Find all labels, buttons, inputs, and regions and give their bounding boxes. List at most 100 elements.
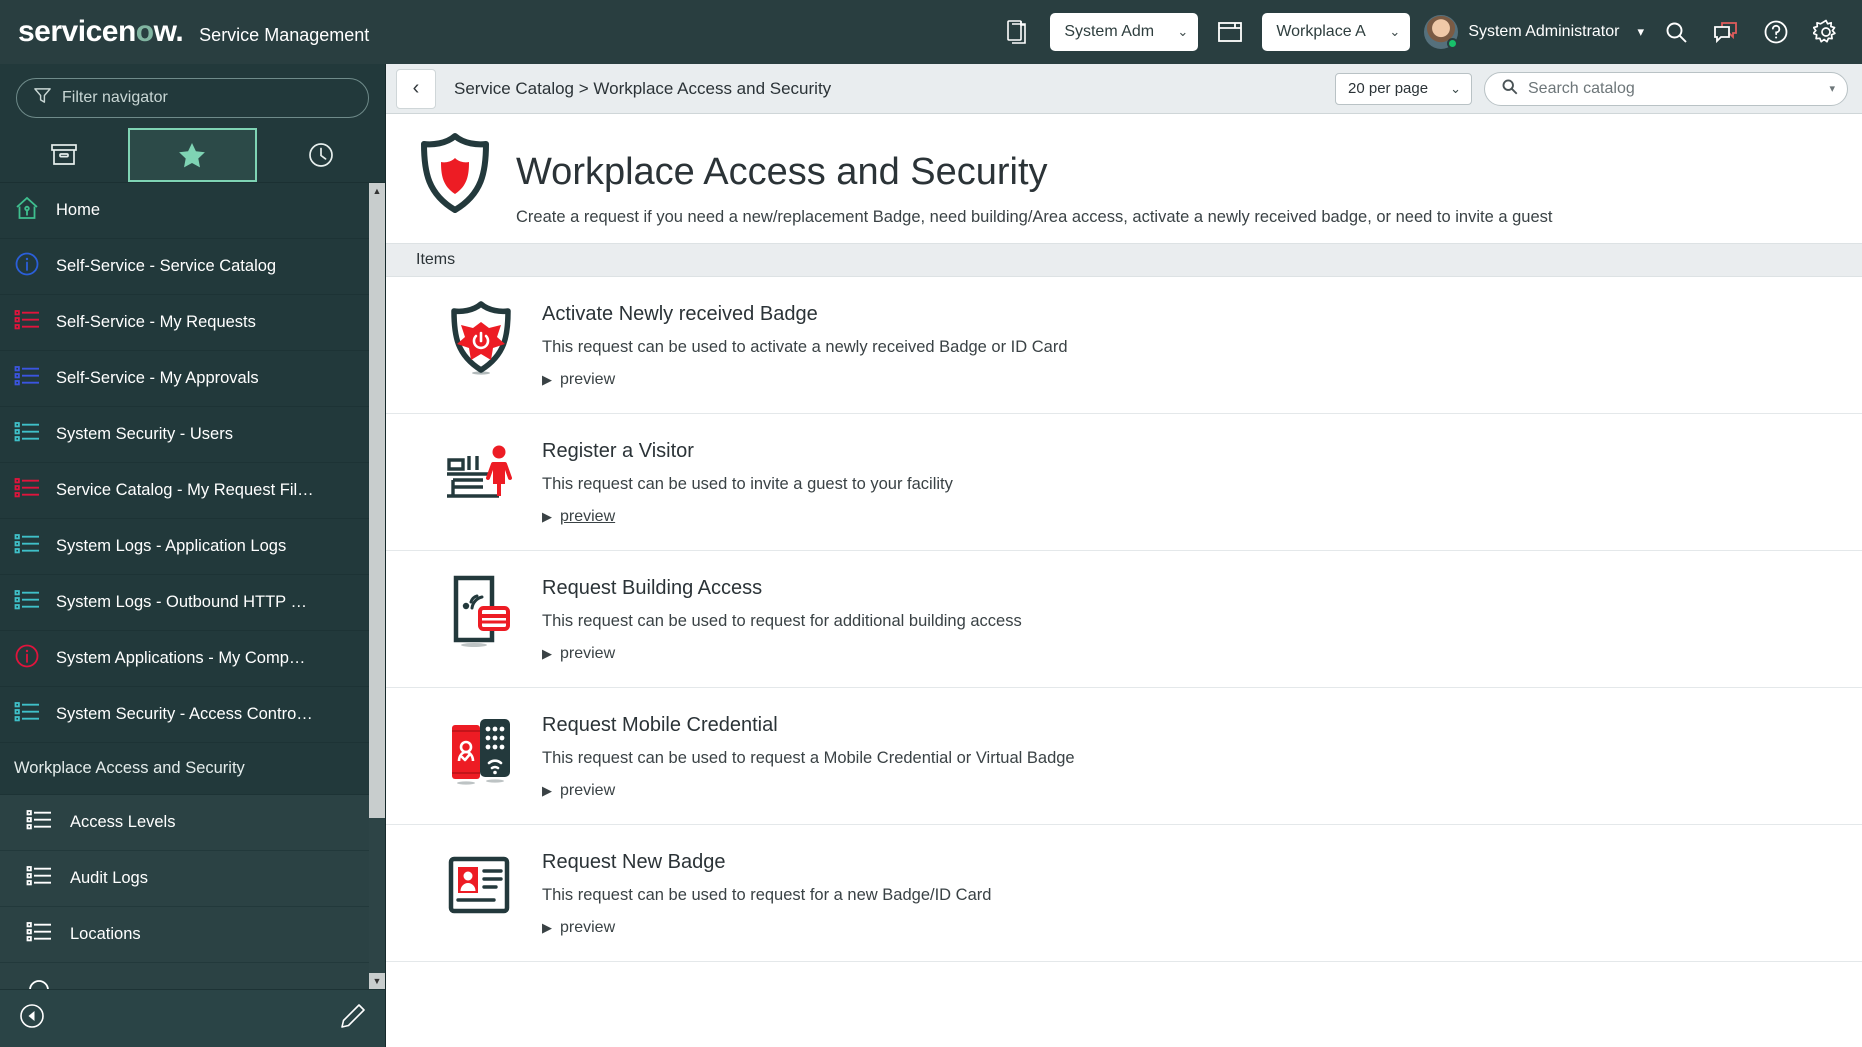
catalog-item-name[interactable]: Activate Newly received Badge	[542, 303, 1068, 326]
catalog-item-description: This request can be used to invite a gue…	[542, 474, 953, 493]
nav-subitem-partial[interactable]	[0, 963, 369, 989]
chevron-left-icon: ‹	[412, 77, 420, 99]
body-split: Filter navigator Home Self-Service - Ser…	[0, 64, 1862, 1047]
navigator-item-list: Home Self-Service - Service Catalog Self…	[0, 183, 369, 989]
catalog-item-name[interactable]: Register a Visitor	[542, 440, 953, 463]
nav-subitem-access-levels[interactable]: Access Levels	[0, 795, 369, 851]
filter-navigator-placeholder: Filter navigator	[62, 89, 168, 106]
collapse-left-icon[interactable]	[18, 1002, 46, 1035]
back-button[interactable]: ‹	[396, 68, 436, 109]
preview-label: preview	[560, 644, 616, 662]
nav-item-label: System Logs - Outbound HTTP …	[56, 593, 307, 611]
gear-icon[interactable]	[1808, 14, 1844, 50]
search-catalog-input[interactable]: Search catalog ▾	[1484, 71, 1848, 106]
scrollbar-thumb[interactable]	[369, 199, 385, 819]
filter-icon	[33, 86, 52, 110]
catalog-item-name[interactable]: Request Mobile Credential	[542, 714, 1075, 737]
content-area: ‹ Service Catalog > Workplace Access and…	[386, 64, 1862, 1047]
chevron-down-icon: ⌄	[1389, 24, 1401, 39]
chevron-down-icon: ⌄	[1177, 24, 1189, 39]
tab-favorites[interactable]	[128, 128, 257, 182]
application-selector[interactable]: System Adm ⌄	[1050, 13, 1199, 51]
catalog-header-text: Workplace Access and Security Create a r…	[516, 132, 1553, 227]
catalog-item[interactable]: Register a Visitor This request can be u…	[386, 414, 1862, 551]
nav-item-1[interactable]: Self-Service - Service Catalog	[0, 239, 369, 295]
catalog-item-description: This request can be used to request for …	[542, 611, 1022, 630]
conversation-icon[interactable]	[1708, 14, 1744, 50]
navigator-scroll-area: Home Self-Service - Service Catalog Self…	[0, 182, 385, 989]
breadcrumb-toolbar: ‹ Service Catalog > Workplace Access and…	[386, 64, 1862, 114]
navigator-scrollbar[interactable]: ▲ ▼	[369, 183, 385, 989]
list-icon	[26, 809, 52, 836]
nav-item-label: System Applications - My Comp…	[56, 649, 306, 667]
catalog-item-description: This request can be used to request a Mo…	[542, 748, 1075, 767]
nav-item-4[interactable]: System Security - Users	[0, 407, 369, 463]
nav-item-5[interactable]: Service Catalog - My Request Fil…	[0, 463, 369, 519]
catalog-item-body: Register a Visitor This request can be u…	[542, 436, 953, 526]
preview-link[interactable]: ▶ preview	[542, 508, 615, 526]
play-triangle-icon: ▶	[542, 371, 552, 387]
catalog-item[interactable]: Request New Badge This request can be us…	[386, 825, 1862, 962]
nav-subitem-audit-logs[interactable]: Audit Logs	[0, 851, 369, 907]
tab-all-applications[interactable]	[0, 128, 128, 182]
per-page-label: 20 per page	[1348, 80, 1429, 97]
nav-item-label: Home	[56, 201, 101, 219]
scrollbar-track[interactable]	[369, 199, 385, 973]
chevron-down-icon[interactable]: ▾	[1829, 82, 1835, 95]
preview-label: preview	[560, 918, 616, 936]
copy-pages-icon[interactable]	[1000, 14, 1036, 50]
catalog-item[interactable]: Request Mobile Credential This request c…	[386, 688, 1862, 825]
search-input[interactable]: Filter navigator	[16, 78, 369, 118]
brand[interactable]: servicenow. Service Management	[18, 17, 369, 47]
list-icon	[14, 701, 40, 728]
catalog-item-body: Activate Newly received Badge This reque…	[542, 299, 1068, 389]
play-triangle-icon: ▶	[542, 782, 552, 798]
nav-item-2[interactable]: Self-Service - My Requests	[0, 295, 369, 351]
navigator-sidebar: Filter navigator Home Self-Service - Ser…	[0, 64, 386, 1047]
play-triangle-icon: ▶	[542, 508, 552, 524]
logo-dot: .	[175, 15, 184, 48]
banner-controls: System Adm ⌄ Workplace A ⌄ System Admini…	[1000, 13, 1844, 51]
nav-section-header: Workplace Access and Security	[0, 743, 369, 795]
list-icon	[14, 309, 40, 336]
user-menu[interactable]: System Administrator ▾	[1424, 15, 1644, 49]
search-icon[interactable]	[1658, 14, 1694, 50]
product-name: Service Management	[199, 25, 370, 45]
logo-o-accent: o	[135, 15, 154, 48]
window-icon[interactable]	[1212, 14, 1248, 50]
nav-item-0[interactable]: Home	[0, 183, 369, 239]
tab-history[interactable]	[257, 128, 385, 182]
scrollbar-down-button[interactable]: ▼	[369, 973, 385, 989]
play-triangle-icon: ▶	[542, 645, 552, 661]
preview-link[interactable]: ▶ preview	[542, 645, 615, 663]
per-page-selector[interactable]: 20 per page ⌄	[1335, 72, 1472, 105]
shield-icon	[416, 132, 494, 219]
help-icon[interactable]	[1758, 14, 1794, 50]
nav-item-8[interactable]: System Applications - My Comp…	[0, 631, 369, 687]
scrollbar-up-button[interactable]: ▲	[369, 183, 385, 199]
chevron-down-icon: ⌄	[1450, 80, 1461, 96]
catalog-item-name[interactable]: Request New Badge	[542, 851, 991, 874]
list-icon	[14, 365, 40, 392]
preview-link[interactable]: ▶ preview	[542, 782, 615, 800]
nav-item-label: Service Catalog - My Request Fil…	[56, 481, 314, 499]
preview-label: preview	[560, 370, 616, 388]
pencil-icon[interactable]	[339, 1002, 367, 1035]
catalog-item-description: This request can be used to activate a n…	[542, 337, 1068, 356]
nav-item-7[interactable]: System Logs - Outbound HTTP …	[0, 575, 369, 631]
nav-subitem-locations[interactable]: Locations	[0, 907, 369, 963]
catalog-item[interactable]: Activate Newly received Badge This reque…	[386, 277, 1862, 414]
nav-item-6[interactable]: System Logs - Application Logs	[0, 519, 369, 575]
phone-keypad-icon	[442, 710, 520, 788]
preview-link[interactable]: ▶ preview	[542, 371, 615, 389]
scope-selector[interactable]: Workplace A ⌄	[1262, 13, 1411, 51]
breadcrumb[interactable]: Service Catalog > Workplace Access and S…	[454, 79, 831, 99]
nav-item-label: Self-Service - My Requests	[56, 313, 256, 331]
logo-text-part1: service	[18, 15, 118, 48]
nav-item-3[interactable]: Self-Service - My Approvals	[0, 351, 369, 407]
catalog-item-name[interactable]: Request Building Access	[542, 577, 1022, 600]
nav-item-9[interactable]: System Security - Access Contro…	[0, 687, 369, 743]
servicenow-logo[interactable]: servicenow.	[18, 15, 184, 48]
catalog-item[interactable]: Request Building Access This request can…	[386, 551, 1862, 688]
preview-link[interactable]: ▶ preview	[542, 919, 615, 937]
